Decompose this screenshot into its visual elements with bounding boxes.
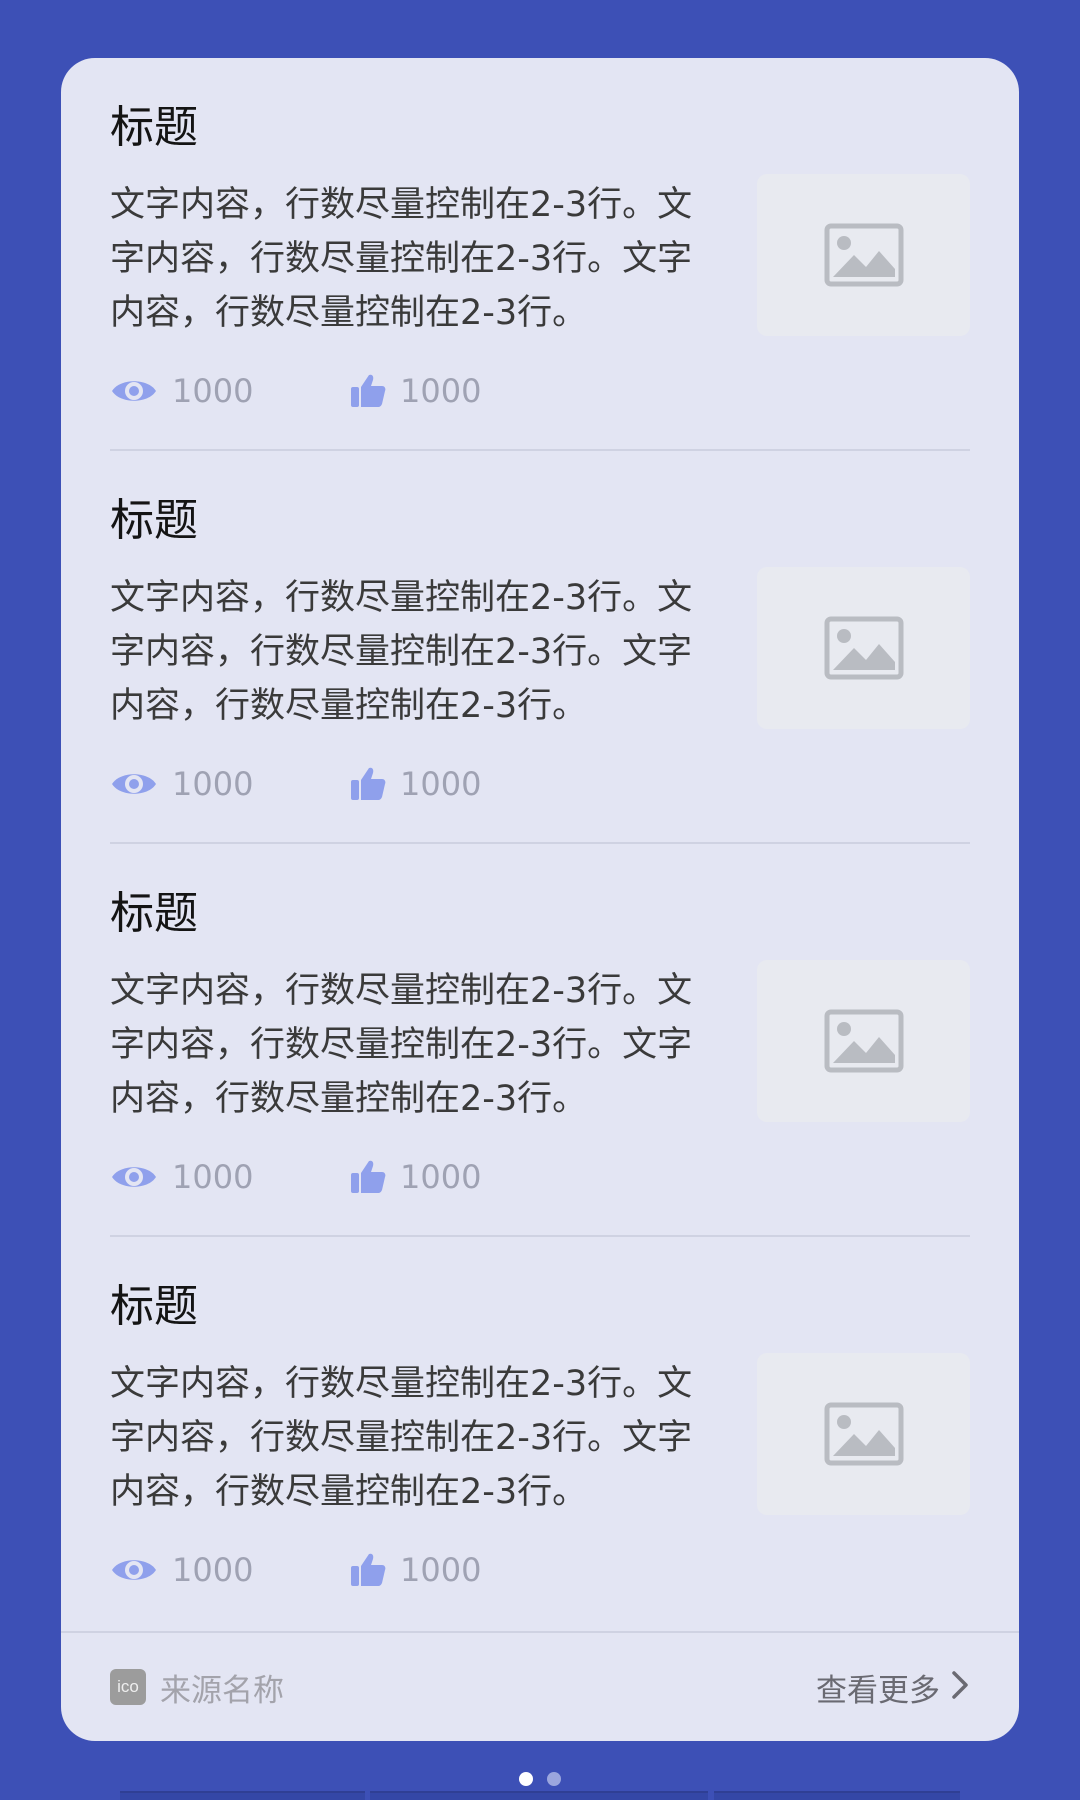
source-logo-icon: ico bbox=[110, 1669, 146, 1705]
views-count: 1000 bbox=[172, 765, 254, 803]
thumbs-up-icon bbox=[350, 373, 386, 409]
list-item[interactable]: 标题 文字内容，行数尽量控制在2-3行。文字内容，行数尽量控制在2-3行。文字内… bbox=[110, 58, 970, 451]
likes-stat[interactable]: 1000 bbox=[350, 1547, 481, 1593]
views-stat: 1000 bbox=[110, 1547, 253, 1593]
page-dot[interactable] bbox=[547, 1772, 561, 1786]
item-description: 文字内容，行数尽量控制在2-3行。文字内容，行数尽量控制在2-3行。文字内容，行… bbox=[110, 578, 693, 726]
eye-icon bbox=[110, 375, 158, 407]
thumbs-up-icon bbox=[350, 766, 386, 802]
likes-count: 1000 bbox=[400, 372, 482, 410]
image-placeholder-icon bbox=[824, 1009, 903, 1073]
item-stats: 1000 1000 bbox=[110, 1547, 710, 1593]
list-item[interactable]: 标题 文字内容，行数尽量控制在2-3行。文字内容，行数尽量控制在2-3行。文字内… bbox=[110, 451, 970, 844]
item-thumbnail bbox=[757, 567, 970, 729]
list-item[interactable]: 标题 文字内容，行数尽量控制在2-3行。文字内容，行数尽量控制在2-3行。文字内… bbox=[110, 1237, 970, 1630]
likes-stat[interactable]: 1000 bbox=[350, 1154, 481, 1200]
page-indicator bbox=[0, 1772, 1080, 1788]
eye-icon bbox=[110, 768, 158, 800]
chevron-right-icon bbox=[950, 1670, 970, 1704]
image-placeholder-icon bbox=[824, 616, 903, 680]
item-stats: 1000 1000 bbox=[110, 761, 710, 807]
item-stats: 1000 1000 bbox=[110, 1154, 710, 1200]
likes-count: 1000 bbox=[400, 765, 482, 803]
item-thumbnail bbox=[757, 1353, 970, 1515]
item-title: 标题 bbox=[110, 888, 198, 939]
views-count: 1000 bbox=[172, 1158, 254, 1196]
source: ico 来源名称 bbox=[110, 1633, 284, 1741]
content-card: 标题 文字内容，行数尽量控制在2-3行。文字内容，行数尽量控制在2-3行。文字内… bbox=[61, 58, 1019, 1741]
item-thumbnail bbox=[757, 174, 970, 336]
view-more-button[interactable]: 查看更多 bbox=[816, 1633, 970, 1741]
thumbs-up-icon bbox=[350, 1159, 386, 1195]
source-name: 来源名称 bbox=[160, 1672, 284, 1709]
tab-peek bbox=[370, 1791, 708, 1800]
views-stat: 1000 bbox=[110, 761, 253, 807]
image-placeholder-icon bbox=[824, 1402, 903, 1466]
item-title: 标题 bbox=[110, 102, 198, 153]
item-title: 标题 bbox=[110, 1281, 198, 1332]
views-stat: 1000 bbox=[110, 1154, 253, 1200]
views-count: 1000 bbox=[172, 1551, 254, 1589]
likes-count: 1000 bbox=[400, 1551, 482, 1589]
item-stats: 1000 1000 bbox=[110, 368, 710, 414]
views-count: 1000 bbox=[172, 372, 254, 410]
item-description: 文字内容，行数尽量控制在2-3行。文字内容，行数尽量控制在2-3行。文字内容，行… bbox=[110, 1364, 693, 1512]
image-placeholder-icon bbox=[824, 223, 903, 287]
item-thumbnail bbox=[757, 960, 970, 1122]
item-description: 文字内容，行数尽量控制在2-3行。文字内容，行数尽量控制在2-3行。文字内容，行… bbox=[110, 185, 693, 333]
likes-stat[interactable]: 1000 bbox=[350, 761, 481, 807]
list-item[interactable]: 标题 文字内容，行数尽量控制在2-3行。文字内容，行数尽量控制在2-3行。文字内… bbox=[110, 844, 970, 1237]
tab-peek bbox=[120, 1791, 365, 1800]
likes-stat[interactable]: 1000 bbox=[350, 368, 481, 414]
eye-icon bbox=[110, 1161, 158, 1193]
card-footer: ico 来源名称 查看更多 bbox=[61, 1631, 1019, 1741]
thumbs-up-icon bbox=[350, 1552, 386, 1588]
article-list: 标题 文字内容，行数尽量控制在2-3行。文字内容，行数尽量控制在2-3行。文字内… bbox=[110, 58, 970, 1630]
item-title: 标题 bbox=[110, 495, 198, 546]
item-description: 文字内容，行数尽量控制在2-3行。文字内容，行数尽量控制在2-3行。文字内容，行… bbox=[110, 971, 693, 1119]
tab-peek bbox=[714, 1791, 960, 1800]
view-more-label: 查看更多 bbox=[816, 1672, 940, 1709]
page-dot-active[interactable] bbox=[519, 1772, 533, 1786]
views-stat: 1000 bbox=[110, 368, 253, 414]
likes-count: 1000 bbox=[400, 1158, 482, 1196]
eye-icon bbox=[110, 1554, 158, 1586]
